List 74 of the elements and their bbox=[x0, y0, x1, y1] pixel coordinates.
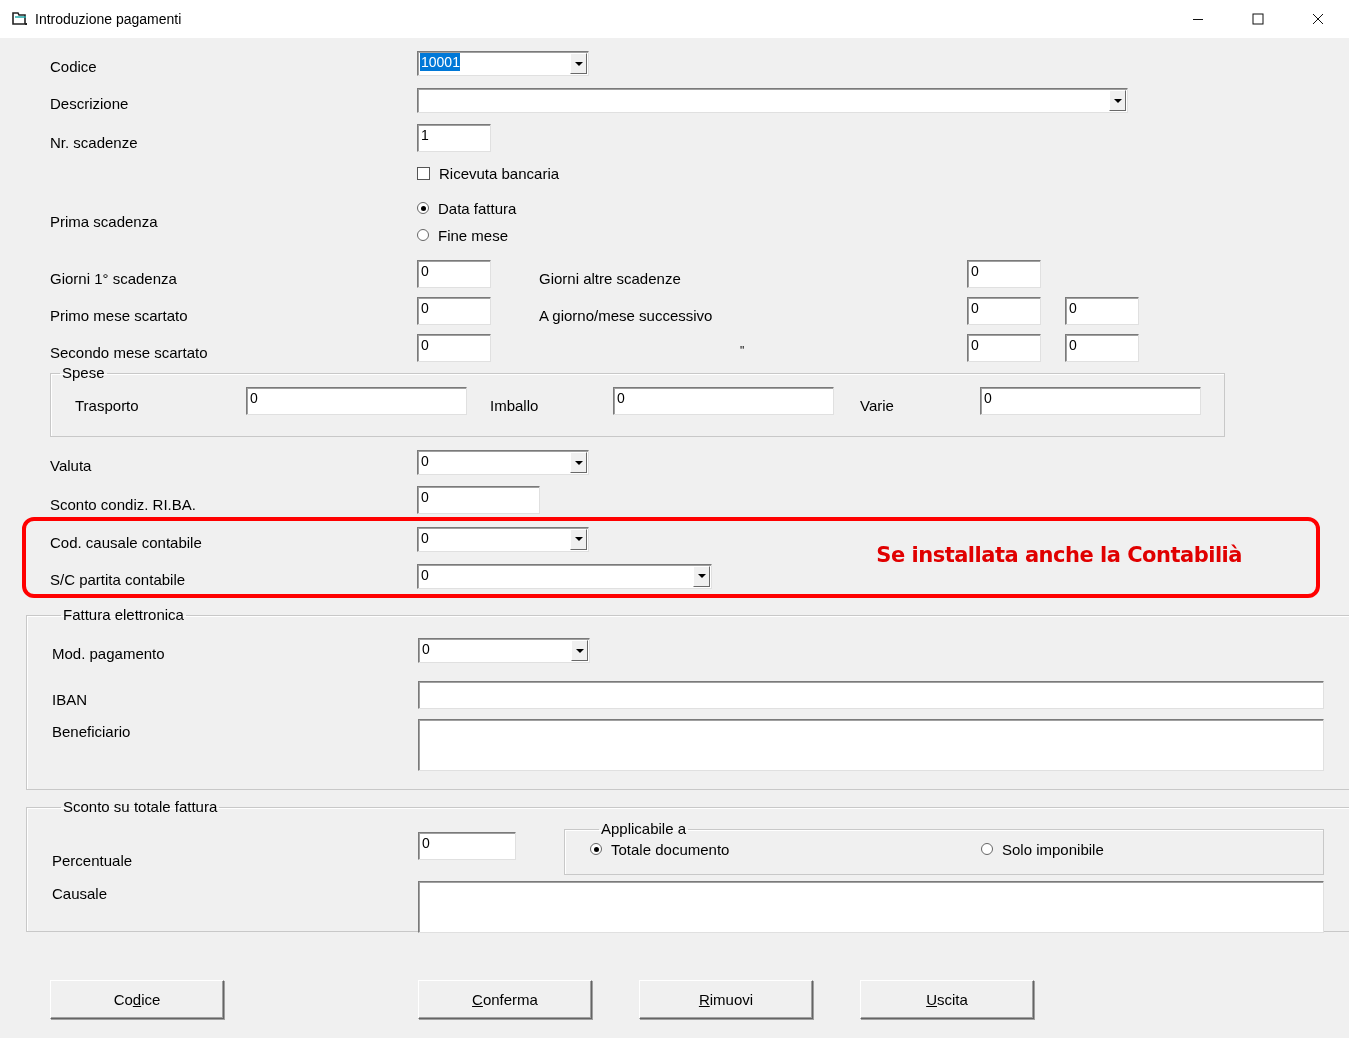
input-field[interactable] bbox=[418, 681, 1324, 709]
input-field[interactable]: 1 bbox=[417, 124, 491, 152]
group-title: Spese bbox=[61, 364, 106, 382]
field-label: Imballo bbox=[490, 397, 540, 415]
field-label: Secondo mese scartato bbox=[50, 344, 209, 362]
field-label: Sconto condiz. RI.BA. bbox=[50, 496, 197, 514]
window-app-icon bbox=[12, 12, 28, 26]
dropdown[interactable] bbox=[417, 88, 1128, 113]
field-label: Giorni altre scadenze bbox=[539, 270, 681, 288]
checkbox[interactable] bbox=[417, 166, 430, 180]
input-field[interactable]: 0 bbox=[613, 387, 834, 415]
radio-label: Totale documento bbox=[611, 840, 730, 858]
field-label: A giorno/mese successivo bbox=[539, 307, 713, 325]
field-label: Primo mese scartato bbox=[50, 307, 189, 325]
caret-icon bbox=[574, 460, 583, 465]
caret-icon bbox=[574, 537, 583, 541]
window-title: Introduzione pagamenti bbox=[35, 11, 182, 27]
field-label: Valuta bbox=[50, 457, 93, 475]
dropdown[interactable]: 0 bbox=[417, 526, 589, 552]
input-field[interactable]: 0 bbox=[417, 297, 491, 325]
field-label: Prima scadenza bbox=[50, 212, 159, 231]
radio-button[interactable] bbox=[417, 229, 429, 241]
close-icon[interactable] bbox=[1312, 13, 1324, 25]
form-button[interactable]: Conferma bbox=[418, 980, 592, 1019]
ditto-mark: " bbox=[740, 344, 745, 358]
radio-button[interactable] bbox=[417, 202, 429, 214]
group-title: Sconto su totale fattura bbox=[62, 798, 219, 816]
field-label: IBAN bbox=[52, 691, 88, 709]
input-field[interactable]: 0 bbox=[967, 334, 1041, 362]
field-label: S/C partita contabile bbox=[50, 570, 187, 589]
field-label: Codice bbox=[50, 58, 98, 76]
field-label: Varie bbox=[860, 397, 895, 415]
text-area[interactable] bbox=[418, 719, 1324, 771]
dropdown[interactable]: 0 bbox=[417, 563, 712, 589]
field-label: Causale bbox=[52, 884, 109, 903]
field-label: Cod. causale contabile bbox=[50, 533, 203, 552]
input-field[interactable]: 0 bbox=[417, 260, 491, 288]
field-label: Percentuale bbox=[52, 852, 134, 871]
caret-icon bbox=[574, 61, 583, 66]
radio-label: Data fattura bbox=[438, 199, 517, 217]
caret-icon bbox=[575, 648, 584, 653]
dropdown[interactable]: 0 bbox=[417, 450, 589, 475]
input-field[interactable]: 0 bbox=[417, 486, 540, 514]
dropdown[interactable]: 0 bbox=[418, 638, 590, 663]
annotation-text: Se installata anche la Contabilià bbox=[876, 542, 1242, 567]
field-label: Descrizione bbox=[50, 95, 130, 113]
caret-icon bbox=[697, 574, 706, 578]
form-button[interactable]: Rimuovi bbox=[639, 980, 813, 1019]
dropdown[interactable]: 10001 bbox=[417, 51, 589, 76]
input-field[interactable]: 0 bbox=[980, 387, 1201, 415]
input-field[interactable]: 0 bbox=[967, 260, 1041, 288]
group-title: Applicabile a bbox=[600, 820, 688, 838]
group-title: Fattura elettronica bbox=[62, 606, 185, 624]
radio-button[interactable] bbox=[981, 843, 993, 855]
maximize-icon[interactable] bbox=[1252, 13, 1264, 25]
input-field[interactable]: 0 bbox=[967, 297, 1041, 325]
field-label: Trasporto bbox=[75, 397, 140, 415]
field-label: Beneficiario bbox=[52, 722, 132, 741]
field-label: Mod. pagamento bbox=[52, 645, 166, 663]
radio-label: Solo imponibile bbox=[1002, 840, 1104, 858]
field-label: Giorni 1° scadenza bbox=[50, 270, 178, 288]
input-field[interactable]: 0 bbox=[1065, 297, 1139, 325]
caret-icon bbox=[1113, 98, 1122, 103]
input-field[interactable]: 0 bbox=[417, 334, 491, 362]
radio-button[interactable] bbox=[590, 843, 602, 855]
form-button[interactable]: Uscita bbox=[860, 980, 1034, 1019]
input-field[interactable]: 0 bbox=[418, 832, 516, 860]
text-area[interactable] bbox=[418, 881, 1324, 933]
input-field[interactable]: 0 bbox=[1065, 334, 1139, 362]
radio-label: Fine mese bbox=[438, 226, 509, 244]
field-label: Nr. scadenze bbox=[50, 134, 139, 152]
checkbox-label: Ricevuta bancaria bbox=[439, 164, 560, 182]
input-field[interactable]: 0 bbox=[246, 387, 467, 415]
form-button[interactable]: Codice bbox=[50, 980, 224, 1019]
